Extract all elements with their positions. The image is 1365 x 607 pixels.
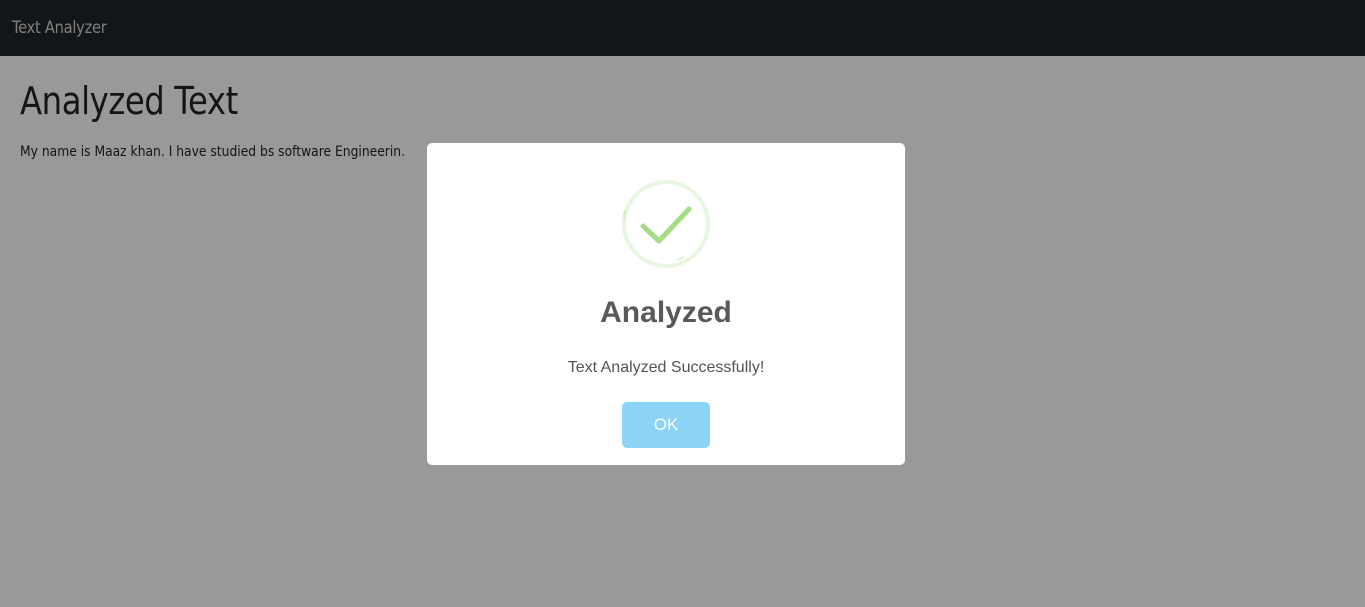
modal-overlay[interactable]: Analyzed Text Analyzed Successfully! OK bbox=[0, 0, 1365, 607]
success-check-icon bbox=[622, 180, 710, 268]
success-dialog: Analyzed Text Analyzed Successfully! OK bbox=[427, 143, 905, 465]
dialog-message: Text Analyzed Successfully! bbox=[567, 359, 765, 376]
ok-button[interactable]: OK bbox=[622, 402, 710, 448]
dialog-title: Analyzed bbox=[600, 296, 732, 329]
